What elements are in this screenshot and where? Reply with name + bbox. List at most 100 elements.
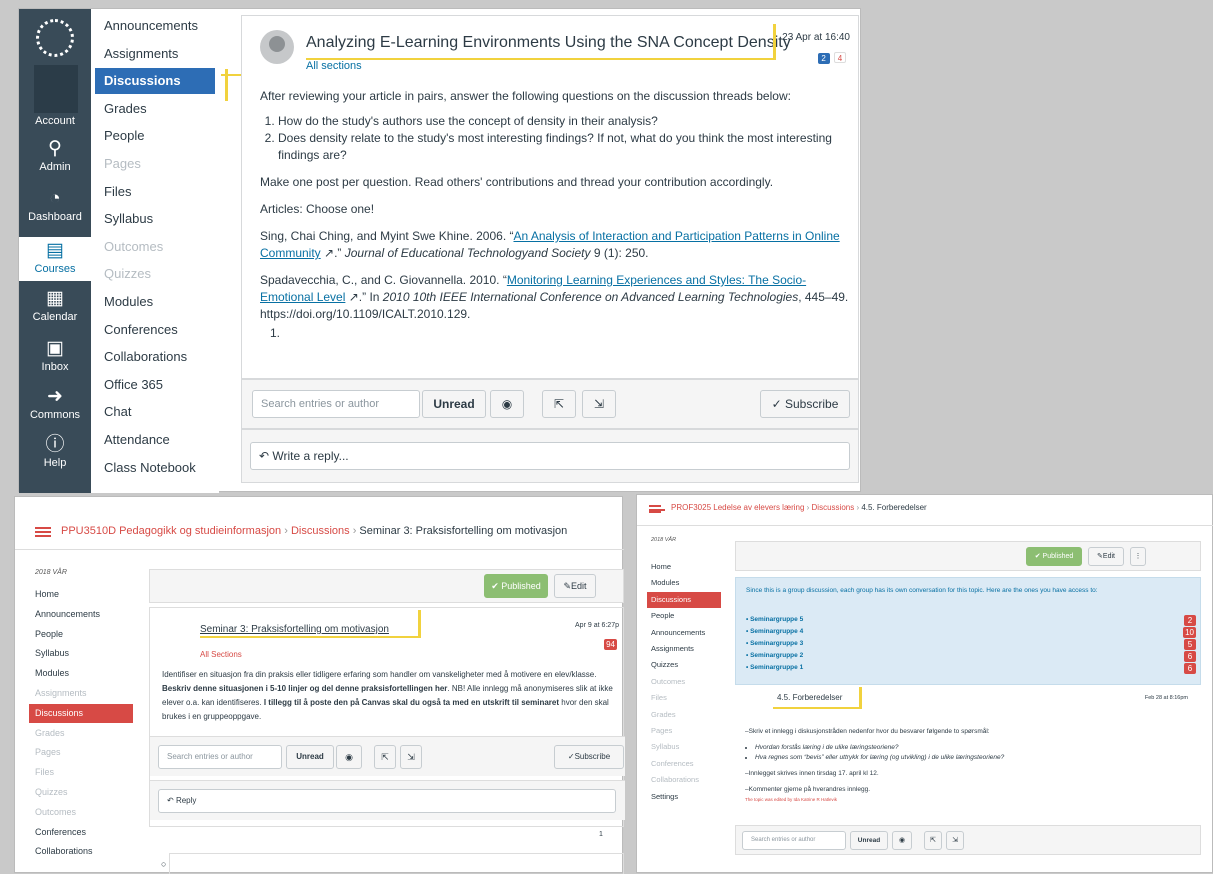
help-icon: ⓘ (45, 434, 65, 455)
eye-icon[interactable]: ◉ (892, 831, 912, 850)
course-nav-item[interactable]: Collaborations (95, 344, 215, 370)
shield-icon: ⚲ (48, 138, 62, 159)
unread-button[interactable]: Unread (850, 831, 888, 850)
unread-button[interactable]: Unread (286, 745, 334, 769)
breadcrumb-course[interactable]: PPU3510D Pedagogikk og studieinformasjon (61, 525, 281, 537)
course-nav-item[interactable]: Modules (647, 575, 721, 591)
breadcrumb-discussions[interactable]: Discussions (291, 525, 350, 537)
course-nav-item[interactable]: Syllabus (95, 206, 215, 232)
search-input[interactable]: Search entries or author (742, 831, 846, 850)
reference-1: Sing, Chai Ching, and Myint Swe Khine. 2… (260, 228, 852, 262)
group-item[interactable]: • Seminargruppe 16 (746, 662, 1196, 674)
check-circle-icon: ✔ (1034, 553, 1043, 560)
expand-icon[interactable]: ⇲ (946, 831, 964, 850)
global-nav-commons[interactable]: ➜ Commons (19, 387, 91, 422)
more-options-icon[interactable]: ⋮ (1130, 547, 1146, 566)
course-nav-item[interactable]: Chat (95, 399, 215, 425)
course-nav-item[interactable]: Home (647, 559, 721, 575)
collapse-icon[interactable]: ⇱ (542, 390, 576, 418)
collapse-icon[interactable]: ⇱ (374, 745, 396, 769)
eye-icon[interactable]: ◉ (336, 745, 362, 769)
global-nav-courses[interactable]: ▤ Courses (19, 237, 91, 281)
course-nav-item[interactable]: Modules (95, 289, 215, 315)
hamburger-icon[interactable] (649, 505, 665, 513)
topic-title[interactable]: Seminar 3: Praksisfortelling om motivasj… (200, 624, 389, 635)
course-nav-item[interactable]: Announcements (647, 625, 721, 641)
subscribe-button[interactable]: ✓Subscribe (554, 745, 624, 769)
course-nav-item[interactable]: Files (95, 179, 215, 205)
sections-link[interactable]: All Sections (200, 650, 242, 659)
course-nav-item[interactable]: People (95, 123, 215, 149)
search-input[interactable]: Search entries or author (252, 390, 420, 418)
courses-label: Courses (34, 263, 76, 275)
reply-button[interactable]: ↶ Reply (158, 789, 616, 813)
course-nav-item[interactable]: People (29, 625, 133, 644)
body-line-2: –Innlegget skrives innen tirsdag 17. apr… (745, 770, 879, 777)
course-nav-item[interactable]: Announcements (29, 605, 133, 624)
global-nav-help[interactable]: ⓘ Help (19, 434, 91, 470)
term-label: 2018 VÅR (651, 537, 677, 543)
search-input[interactable]: Search entries or author (158, 745, 282, 769)
group-item[interactable]: • Seminargruppe 4 10 (746, 626, 1196, 638)
collapse-icon[interactable]: ⇱ (924, 831, 942, 850)
breadcrumb-course[interactable]: PROF3025 Ledelse av elevers læring (671, 503, 804, 512)
eye-icon[interactable]: ◉ (490, 390, 524, 418)
course-nav-item[interactable]: Quizzes (647, 657, 721, 673)
course-nav-item[interactable]: Assignments (95, 41, 215, 67)
edit-button[interactable]: ✎Edit (554, 574, 596, 598)
global-nav-calendar[interactable]: ▦ Calendar (19, 289, 91, 324)
articles-label: Articles: Choose one! (260, 202, 375, 216)
topic-title[interactable]: Analyzing E-Learning Environments Using … (306, 34, 791, 52)
course-nav-item[interactable]: Collaborations (29, 842, 133, 861)
course-nav-item[interactable]: People (647, 608, 721, 624)
topic-badges: 2 4 (817, 48, 846, 66)
help-label: Help (43, 457, 67, 469)
published-label: Published (501, 581, 541, 591)
global-nav-admin[interactable]: ⚲ Admin (19, 138, 91, 174)
radio-icon[interactable]: ○ (161, 859, 166, 869)
group-item[interactable]: • Seminargruppe 26 (746, 650, 1196, 662)
course-nav-item[interactable]: Syllabus (29, 644, 133, 663)
unread-button[interactable]: Unread (422, 390, 486, 418)
global-nav-dashboard[interactable]: ◔ Dashboard (19, 189, 91, 224)
course-nav-item[interactable]: Modules (29, 664, 133, 683)
canvas-logo-icon[interactable] (36, 19, 74, 57)
course-nav-item[interactable]: Conferences (29, 823, 133, 842)
subscribe-button[interactable]: ✓ Subscribe (760, 390, 850, 418)
account-avatar[interactable] (34, 65, 78, 113)
course-nav-item[interactable]: Class Notebook (95, 455, 215, 481)
edit-button[interactable]: ✎Edit (1088, 547, 1124, 566)
course-nav-item[interactable]: Discussions (29, 703, 133, 723)
expand-icon[interactable]: ⇲ (582, 390, 616, 418)
published-button[interactable]: ✔ Published (484, 574, 548, 598)
course-nav-item[interactable]: Grades (95, 96, 215, 122)
group-item[interactable]: • Seminargruppe 52 (746, 614, 1196, 626)
expand-icon[interactable]: ⇲ (400, 745, 422, 769)
published-button[interactable]: ✔ Published (1026, 547, 1082, 566)
course-nav-item[interactable]: Settings (647, 789, 721, 805)
course-nav-item[interactable]: Conferences (95, 317, 215, 343)
group-item[interactable]: • Seminargruppe 35 (746, 638, 1196, 650)
toolbar: Search entries or author Unread ◉ ⇱ ⇲ (735, 825, 1201, 855)
write-reply-button[interactable]: ↶ Write a reply... (250, 442, 850, 470)
author-avatar[interactable] (260, 30, 294, 64)
course-nav-item[interactable]: Home (29, 585, 133, 604)
course-nav-item[interactable]: Office 365 (95, 372, 215, 398)
global-nav-inbox[interactable]: ▣ Inbox (19, 339, 91, 374)
course-nav-item[interactable]: Discussions (647, 591, 721, 608)
group-notice: Since this is a group discussion, each g… (735, 577, 1201, 685)
breadcrumb-discussions[interactable]: Discussions (812, 503, 855, 512)
group-unread-badge: 10 (1183, 627, 1196, 638)
course-nav-item[interactable]: Assignments (647, 641, 721, 657)
hamburger-icon[interactable] (35, 527, 51, 537)
course-nav-item[interactable]: Announcements (95, 13, 215, 39)
calendar-label: Calendar (32, 311, 78, 323)
ref2-pre: Spadavecchia, C., and C. Giovannella. 20… (260, 273, 507, 287)
course-nav-item[interactable]: Discussions (95, 68, 215, 95)
sections-link[interactable]: All sections (306, 60, 362, 72)
edit-label: Edit (1102, 553, 1115, 560)
page-number[interactable]: 1 (599, 831, 603, 838)
course-nav-item[interactable]: Attendance (95, 427, 215, 453)
global-nav-account[interactable]: Account (19, 115, 91, 127)
topic-title[interactable]: 4.5. Forberedelser (777, 693, 842, 702)
